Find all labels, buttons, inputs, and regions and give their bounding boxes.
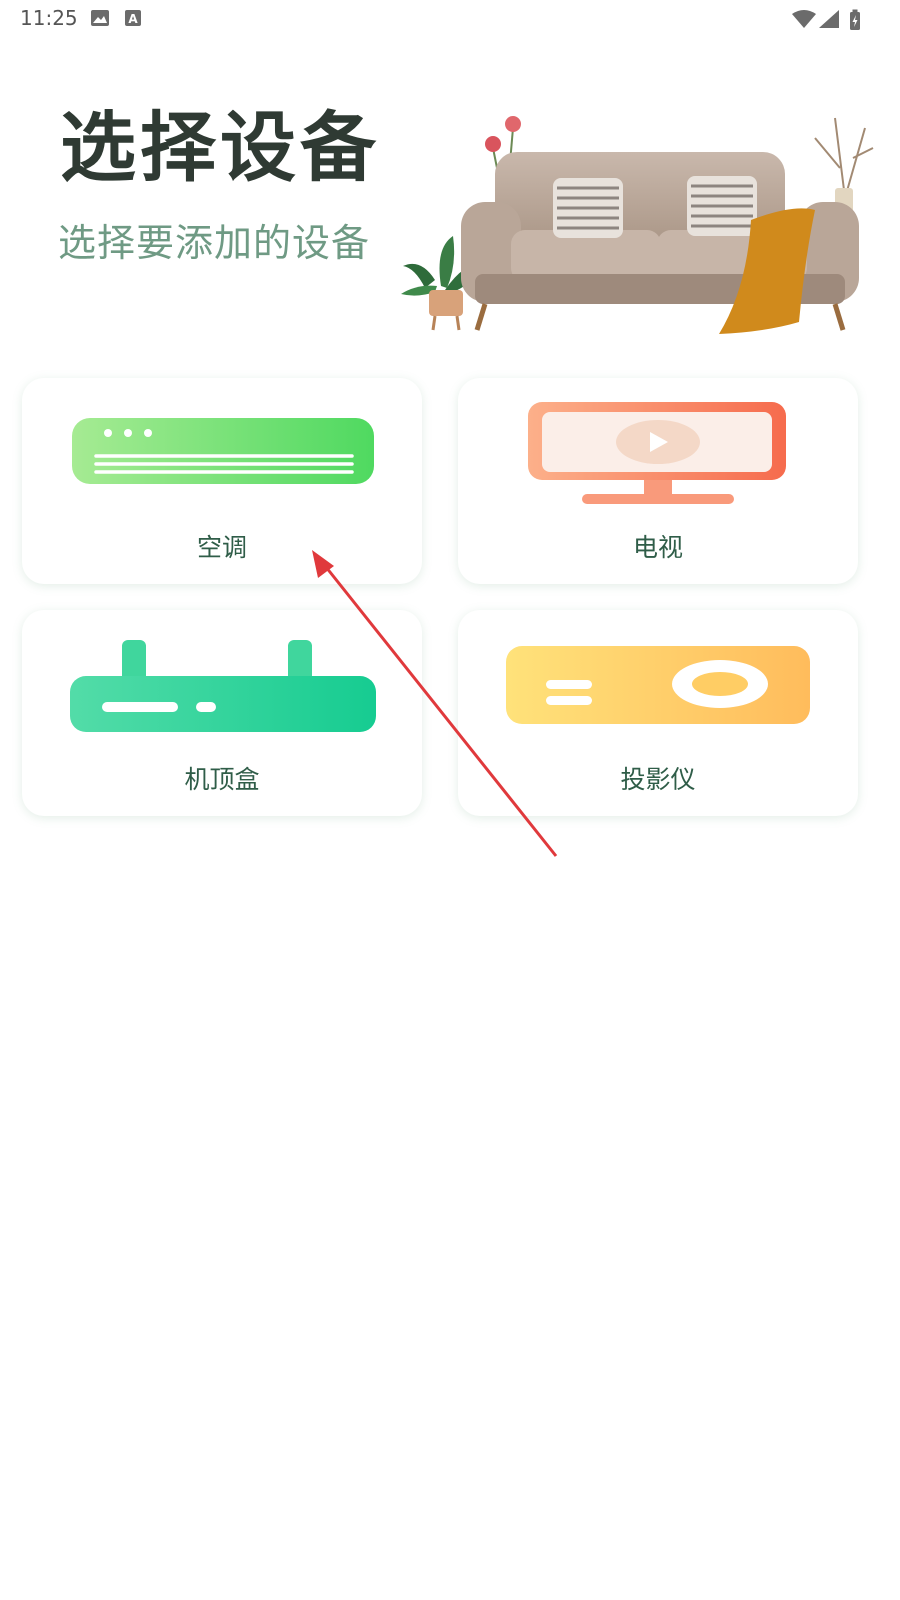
- sofa: [461, 152, 859, 334]
- device-card-air-conditioner[interactable]: 空调: [22, 378, 422, 584]
- svg-text:A: A: [128, 12, 138, 26]
- branches: [814, 117, 874, 212]
- page-subtitle: 选择要添加的设备: [58, 221, 371, 265]
- air-conditioner-icon: [72, 418, 374, 484]
- device-label: 空调: [196, 533, 247, 562]
- device-label: 机顶盒: [184, 765, 260, 794]
- device-label: 投影仪: [620, 765, 696, 794]
- signal-icon: [819, 10, 839, 28]
- set-top-box-icon: [70, 640, 376, 732]
- a-icon: A: [125, 10, 141, 26]
- device-card-set-top-box[interactable]: 机顶盒: [22, 610, 422, 816]
- device-card-tv[interactable]: 电视: [458, 378, 858, 584]
- device-label: 电视: [632, 533, 683, 562]
- device-card-projector[interactable]: 投影仪: [458, 610, 858, 816]
- sofa-illustration: [401, 116, 874, 334]
- status-bar: 11:25 A: [0, 0, 900, 36]
- wifi-icon: [792, 10, 816, 28]
- projector-icon: [506, 646, 810, 724]
- image-icon: [91, 10, 109, 26]
- battery-charging-icon: [850, 9, 860, 30]
- page-title: 选择设备: [60, 103, 380, 192]
- status-time: 11:25: [20, 6, 78, 30]
- tv-icon: [528, 402, 786, 504]
